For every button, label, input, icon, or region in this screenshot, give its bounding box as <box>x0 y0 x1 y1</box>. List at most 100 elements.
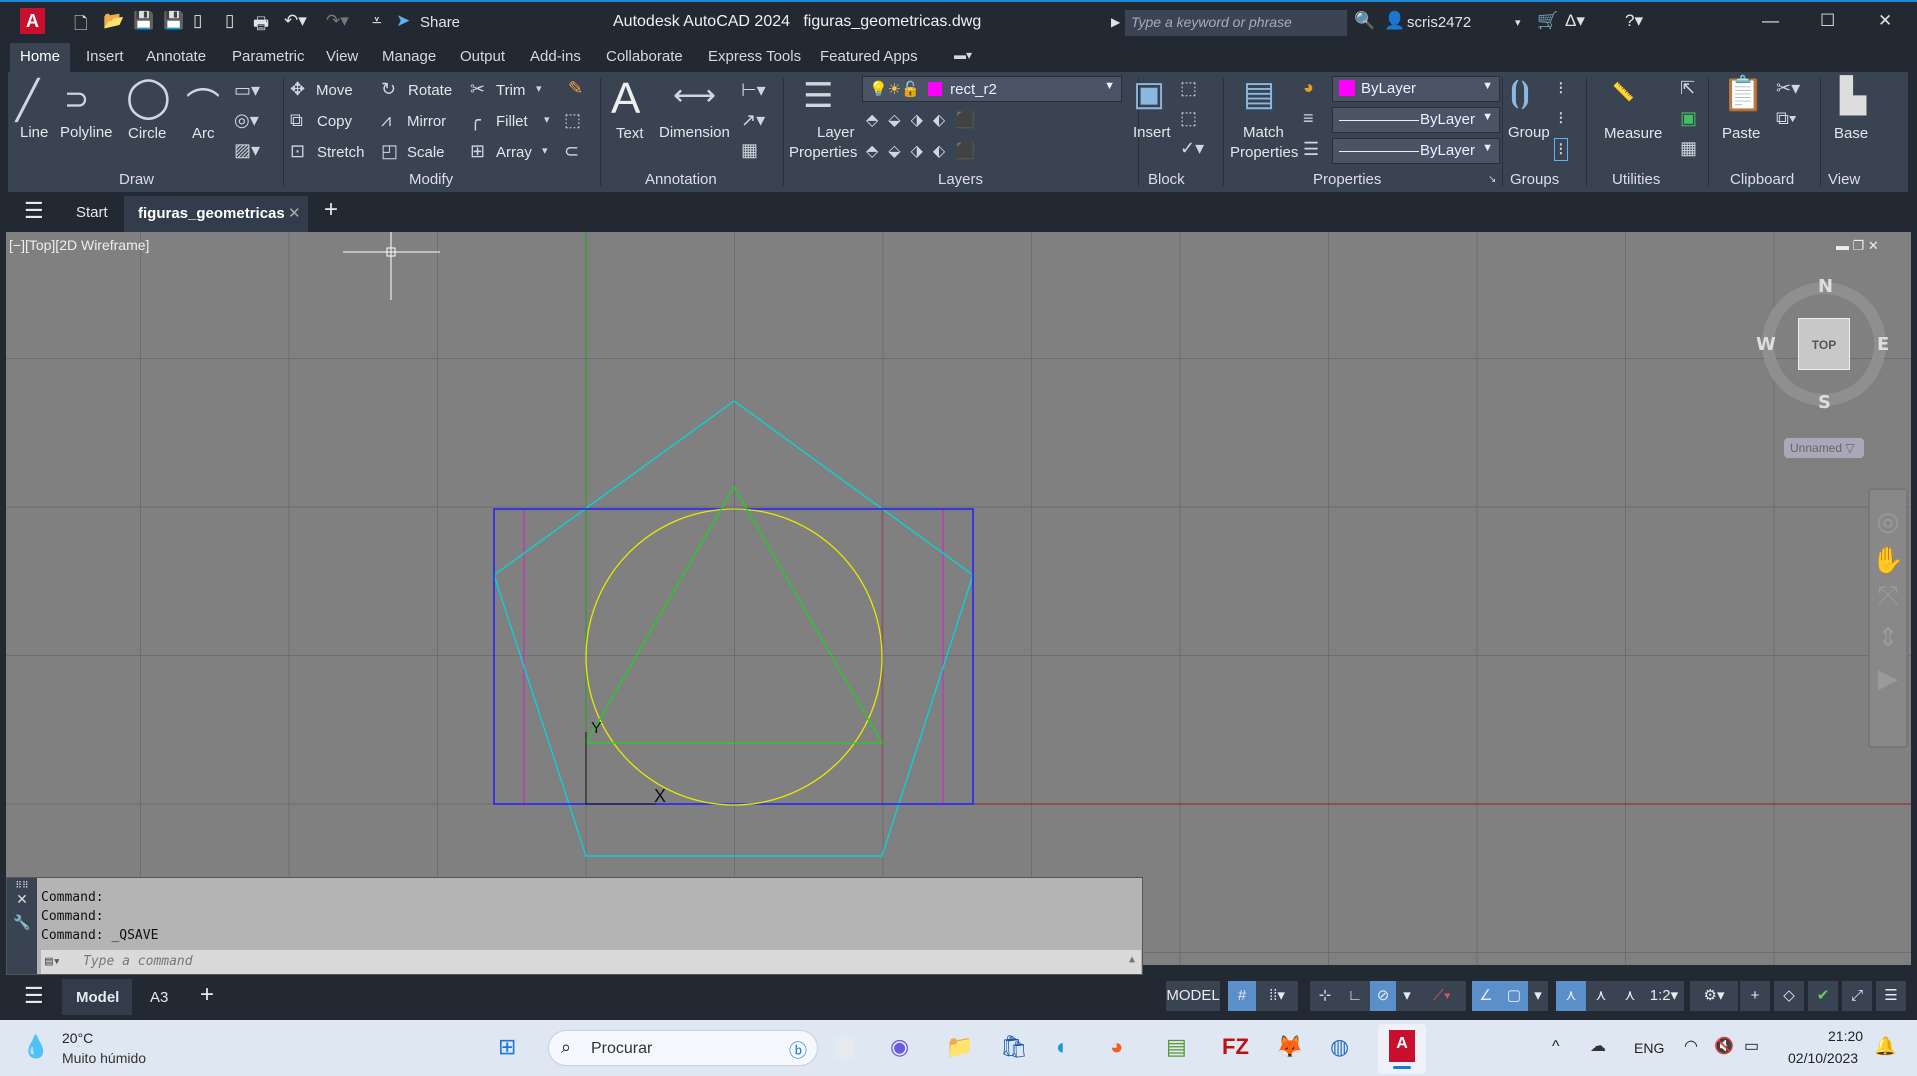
save-web-icon[interactable]: ▯ <box>225 11 234 31</box>
measure-button[interactable]: Measure <box>1604 125 1662 142</box>
showmotion-icon[interactable]: ▶ <box>1870 663 1906 694</box>
search-icon[interactable]: 🔍 <box>1354 11 1375 31</box>
ungroup-icon[interactable]: ⁝ <box>1558 78 1564 99</box>
move-button[interactable]: Move <box>316 82 353 99</box>
close-button[interactable]: ✕ <box>1878 11 1892 31</box>
close-command-icon[interactable]: ✕ <box>7 891 37 908</box>
windows-start-icon[interactable]: ⊞ <box>498 1034 516 1060</box>
weather-icon[interactable]: 💧 <box>22 1034 49 1060</box>
redo-icon[interactable]: ↷▾ <box>326 11 349 31</box>
gimp-icon[interactable]: 🦊 <box>1276 1034 1303 1060</box>
text-button[interactable]: Text <box>616 125 644 142</box>
annotation-monitor-icon[interactable]: + <box>1740 981 1770 1011</box>
tab-a3[interactable]: A3 <box>150 989 168 1006</box>
drawing-canvas[interactable]: Y X [−][Top][2D Wireframe] ▬ ❐ ✕ TOP N S… <box>6 232 1911 965</box>
customize-qat-icon[interactable]: ⩡ <box>372 11 382 31</box>
layer-properties-button-line2[interactable]: Properties <box>789 144 857 161</box>
help-search-input[interactable]: Type a keyword or phrase <box>1125 10 1347 36</box>
command-prompt-icon[interactable]: ▤▾ <box>45 954 61 969</box>
user-account-button[interactable]: scris2472 <box>1407 14 1471 31</box>
teams-icon[interactable]: ◉ <box>890 1034 909 1060</box>
new-icon[interactable]: 🗋 <box>74 11 88 40</box>
tab-model[interactable]: Model <box>62 979 132 1015</box>
offset-icon[interactable]: ⊂ <box>564 141 579 162</box>
ortho-toggle-icon[interactable]: ∟ <box>1340 981 1370 1011</box>
annotation-panel-title[interactable]: Annotation <box>645 171 717 188</box>
tab-insert[interactable]: Insert <box>86 48 124 65</box>
color-dropdown[interactable]: ByLayer ▼ <box>1332 76 1500 102</box>
properties-panel-title[interactable]: Properties <box>1313 171 1381 188</box>
grid-toggle-icon[interactable]: # <box>1228 981 1256 1011</box>
draw-panel-title[interactable]: Draw <box>119 171 154 188</box>
viewport-window-controls[interactable]: ▬ ❐ ✕ <box>1836 238 1879 254</box>
hamburger-menu-icon[interactable]: ☰ <box>24 198 44 224</box>
compass-west[interactable]: W <box>1756 334 1776 355</box>
layers-panel-title[interactable]: Layers <box>938 171 983 188</box>
customize-wrench-icon[interactable]: 🔧 <box>7 914 37 931</box>
notification-bell-icon[interactable]: 🔔 <box>1874 1036 1896 1057</box>
scale-button[interactable]: Scale <box>407 144 445 161</box>
isolate-objects-icon[interactable]: ◇ <box>1774 981 1804 1011</box>
modify-panel-title[interactable]: Modify <box>409 171 453 188</box>
dimension-button[interactable]: Dimension <box>659 124 730 141</box>
annotation-scale-dropdown[interactable]: 1:2▾ <box>1644 981 1684 1011</box>
fillet-button[interactable]: Fillet <box>496 113 528 130</box>
autocad-taskbar-button[interactable]: A <box>1378 1024 1426 1074</box>
compass-east[interactable]: E <box>1877 334 1889 355</box>
file-explorer-icon[interactable]: 📁 <box>946 1034 973 1060</box>
groups-panel-title[interactable]: Groups <box>1510 171 1559 188</box>
hatch-icon[interactable]: ▨▾ <box>234 140 260 161</box>
block-panel-title[interactable]: Block <box>1148 171 1185 188</box>
clock-time[interactable]: 21:20 <box>1828 1028 1863 1044</box>
help-icon[interactable]: ?▾ <box>1625 11 1643 31</box>
paste-button[interactable]: Paste <box>1722 125 1760 142</box>
lineweight-dropdown[interactable]: ByLayer ▼ <box>1332 138 1500 164</box>
microsoft-store-icon[interactable]: 🛍 <box>1000 1034 1028 1060</box>
layer-dropdown[interactable]: 💡☀🔓 rect_r2 ▼ <box>862 76 1122 102</box>
array-button[interactable]: Array <box>496 144 532 161</box>
stretch-button[interactable]: Stretch <box>317 144 365 161</box>
wifi-icon[interactable]: ◠ <box>1684 1036 1698 1056</box>
ellipse-icon[interactable]: ◎▾ <box>234 110 259 131</box>
layer-tools-row1-icon[interactable]: ⬘⬙⬗⬖⬛ <box>866 110 985 130</box>
clipboard-panel-title[interactable]: Clipboard <box>1730 171 1794 188</box>
autocad-app-menu-button[interactable]: A <box>20 8 45 34</box>
tab-add-ins[interactable]: Add-ins <box>530 48 581 65</box>
blender-icon[interactable]: ◍ <box>1330 1034 1349 1060</box>
tab-parametric[interactable]: Parametric <box>232 48 305 65</box>
tab-annotate[interactable]: Annotate <box>146 48 206 65</box>
minimize-button[interactable]: — <box>1762 11 1779 31</box>
firefox-icon[interactable]: ◕ <box>1110 1034 1123 1060</box>
layout-menu-icon[interactable]: ☰ <box>24 983 44 1009</box>
tab-view[interactable]: View <box>326 48 358 65</box>
tab-start[interactable]: Start <box>76 204 108 221</box>
erase-icon[interactable]: ✎ <box>568 78 583 99</box>
grip-icon[interactable]: ⠿⠿ <box>7 880 37 891</box>
linetype-dropdown[interactable]: ByLayer ▼ <box>1332 107 1500 133</box>
rectangle[interactable] <box>493 508 974 805</box>
pentagon[interactable] <box>493 400 974 857</box>
isodraft-icon[interactable]: ⟋▾ <box>1418 981 1466 1011</box>
polyline-button[interactable]: Polyline <box>60 124 113 141</box>
insert-button[interactable]: Insert <box>1133 124 1171 141</box>
select-all-icon[interactable]: ▣ <box>1680 108 1697 129</box>
workspace-gear-icon[interactable]: ⚙▾ <box>1690 981 1738 1011</box>
open-web-icon[interactable]: ▯ <box>193 11 202 31</box>
fillet-dropdown-icon[interactable]: ▾ <box>544 113 550 126</box>
group-edit-icon[interactable]: ⁝ <box>1558 108 1564 129</box>
new-layout-button[interactable]: + <box>200 981 214 1009</box>
customization-menu-icon[interactable]: ☰ <box>1876 981 1906 1011</box>
tab-home[interactable]: Home <box>10 43 71 72</box>
viewport-controls-label[interactable]: [−][Top][2D Wireframe] <box>9 237 149 253</box>
match-properties-line2[interactable]: Properties <box>1230 144 1298 161</box>
plot-icon[interactable]: 🖶 <box>253 11 269 40</box>
edge-icon[interactable]: ◐ <box>1056 1034 1069 1060</box>
tab-output[interactable]: Output <box>460 48 505 65</box>
base-button[interactable]: Base <box>1834 125 1868 142</box>
dynamic-input-icon[interactable]: ⊹ <box>1310 981 1340 1011</box>
array-dropdown-icon[interactable]: ▾ <box>542 144 548 157</box>
leader-icon[interactable]: ↗▾ <box>741 110 765 131</box>
weather-description[interactable]: Muito húmido <box>62 1050 146 1066</box>
maximize-button[interactable]: ☐ <box>1820 11 1835 31</box>
undo-icon[interactable]: ↶▾ <box>284 11 307 31</box>
